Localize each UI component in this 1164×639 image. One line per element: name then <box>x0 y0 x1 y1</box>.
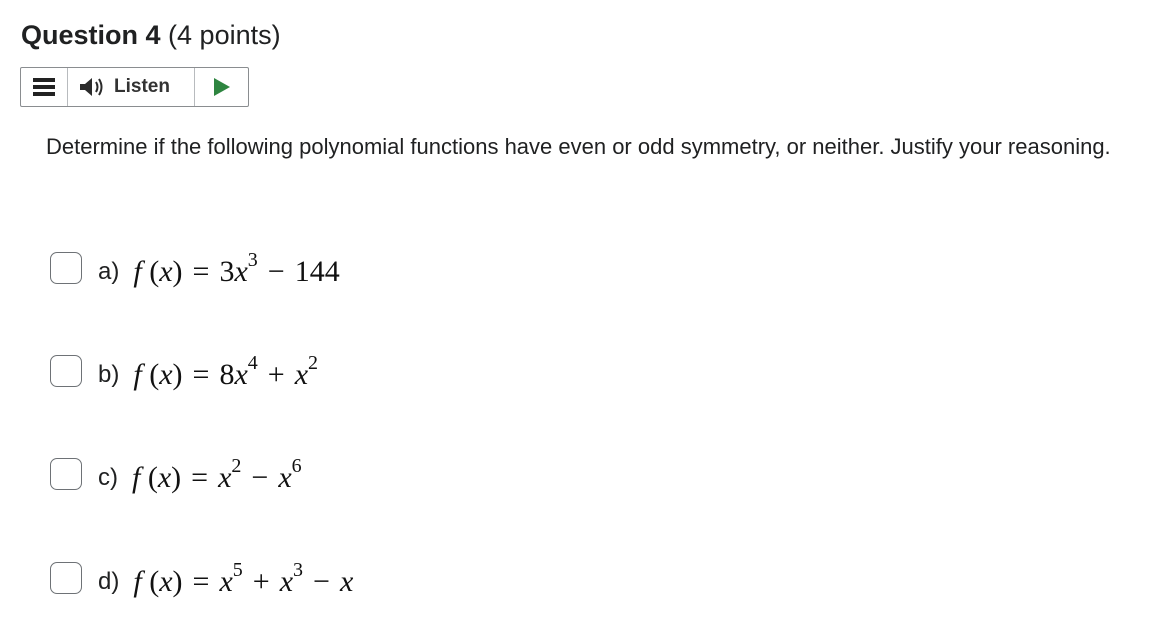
option-b-checkbox[interactable] <box>50 355 82 387</box>
option-a-expression: f (x) = 3x3−144 <box>133 249 340 288</box>
speaker-icon <box>80 78 103 96</box>
option-c[interactable]: c) f (x) = x2− x6 <box>50 455 302 498</box>
play-button[interactable] <box>195 68 248 106</box>
option-letter: c) <box>98 464 118 491</box>
option-letter: b) <box>98 361 120 388</box>
option-d[interactable]: d) f (x) = x5 + x3− x <box>50 559 354 602</box>
option-a-checkbox[interactable] <box>50 252 82 284</box>
play-icon <box>213 78 230 96</box>
option-b-expression: f (x) = 8x4 + x2 <box>133 352 319 391</box>
question-header: Question 4 (4 points) <box>21 18 281 52</box>
option-d-expression: f (x) = x5 + x3− x <box>133 559 354 598</box>
question-prompt: Determine if the following polynomial fu… <box>46 134 1111 159</box>
option-a[interactable]: a) f (x) = 3x3−144 <box>50 249 340 292</box>
listen-label: Listen <box>114 76 170 97</box>
option-letter: d) <box>98 568 120 595</box>
listen-menu-button[interactable] <box>21 68 68 106</box>
question-points: (4 points) <box>168 20 281 50</box>
option-letter: a) <box>98 258 120 285</box>
option-c-checkbox[interactable] <box>50 458 82 490</box>
menu-icon <box>33 78 55 96</box>
option-b[interactable]: b) f (x) = 8x4 + x2 <box>50 352 319 395</box>
option-c-expression: f (x) = x2− x6 <box>132 455 302 494</box>
question-title: Question 4 <box>21 20 161 50</box>
listen-toolbar: Listen <box>20 67 249 107</box>
option-d-checkbox[interactable] <box>50 562 82 594</box>
listen-button[interactable]: Listen <box>68 68 195 106</box>
